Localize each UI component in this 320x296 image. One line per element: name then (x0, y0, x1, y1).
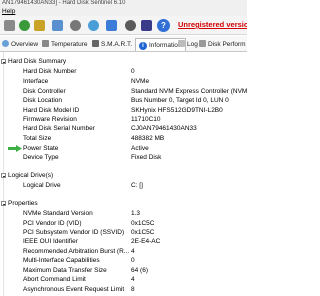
group-logical-drives[interactable]: Logical Drive(s) (0, 171, 247, 180)
menubar: Help (0, 7, 247, 16)
overview-icon (2, 40, 9, 47)
row-async-event-limit: Asynchronous Event Request Limit 8 (23, 286, 135, 293)
disk-icon[interactable] (4, 20, 15, 31)
settings-icon[interactable] (141, 20, 152, 31)
arrow-right-icon (8, 145, 22, 152)
help-icon[interactable]: ? (157, 19, 170, 32)
row-arbitration-burst: Recommended Arbitration Burst (R... 4 (23, 248, 135, 255)
row-model-id: Hard Disk Model ID SKHynix HFS512GD9TNI-L… (23, 107, 223, 114)
collapse-icon[interactable] (1, 201, 6, 206)
row-multi-interface: Multi-Interface Capabilities 0 (23, 257, 135, 264)
globe-icon[interactable] (88, 20, 99, 31)
gear-icon[interactable] (70, 20, 81, 31)
group-properties[interactable]: Properties (0, 199, 247, 208)
row-disk-location: Disk Location Bus Number 0, Target Id 0, … (23, 97, 229, 104)
performance-icon (199, 40, 206, 47)
row-power-state: Power State Active (0, 144, 247, 153)
refresh-icon[interactable] (19, 20, 30, 31)
tab-temperature[interactable]: Temperature (42, 38, 88, 51)
row-disk-controller: Disk Controller Standard NVM Express Cont… (23, 88, 247, 95)
unregistered-link[interactable]: Unregistered version, p (178, 19, 247, 31)
collapse-icon[interactable] (1, 173, 6, 178)
row-pci-subsystem-vendor-id: PCI Subsystem Vendor ID (SSVID) 0x1C5C (23, 229, 155, 236)
tab-bar: Overview Temperature S.M.A.R.T. i Informa… (0, 36, 247, 52)
tab-disk-performance[interactable]: Disk Perform (199, 38, 246, 51)
window-title: AN179461430AN33] - Hard Disk Sentinel 6.… (0, 0, 247, 7)
information-tree: Hard Disk Summary Hard Disk Number 0 Inte… (0, 52, 247, 296)
row-abort-command-limit: Abort Command Limit 4 (23, 276, 135, 283)
smart-icon (92, 40, 99, 47)
row-logical-drive: Logical Drive C: [] (23, 182, 143, 189)
info-icon: i (139, 42, 147, 50)
row-hard-disk-number: Hard Disk Number 0 (23, 68, 135, 75)
monitor-icon[interactable] (52, 20, 63, 31)
menu-help[interactable]: Help (2, 8, 15, 15)
row-nvme-version: NVMe Standard Version 1.3 (23, 210, 141, 217)
mail-icon[interactable] (106, 20, 117, 31)
group-hard-disk-summary[interactable]: Hard Disk Summary (0, 57, 247, 66)
row-total-size: Total Size 488382 MB (23, 135, 165, 142)
tools-icon[interactable] (125, 20, 136, 31)
tab-overview[interactable]: Overview (2, 38, 38, 51)
row-ieee-oui: IEEE OUI Identifier 2E-E4-AC (23, 238, 161, 245)
log-icon (178, 40, 185, 47)
collapse-icon[interactable] (1, 59, 6, 64)
report-icon[interactable] (34, 20, 45, 31)
toolbar: ? Unregistered version, p (0, 16, 247, 35)
row-firmware-revision: Firmware Revision 11710C10 (23, 116, 161, 123)
row-max-transfer-size: Maximum Data Transfer Size 64 (6) (23, 267, 148, 274)
row-device-type: Device Type Fixed Disk (23, 154, 162, 161)
row-interface: Interface NVMe (23, 78, 150, 85)
row-serial-number: Hard Disk Serial Number CJ0AN79461430AN33 (23, 125, 197, 132)
row-pci-vendor-id: PCI Vendor ID (VID) 0x1C5C (23, 220, 155, 227)
tab-smart[interactable]: S.M.A.R.T. (92, 38, 132, 51)
tab-log[interactable]: Log (178, 38, 198, 51)
thermometer-icon (42, 40, 49, 47)
